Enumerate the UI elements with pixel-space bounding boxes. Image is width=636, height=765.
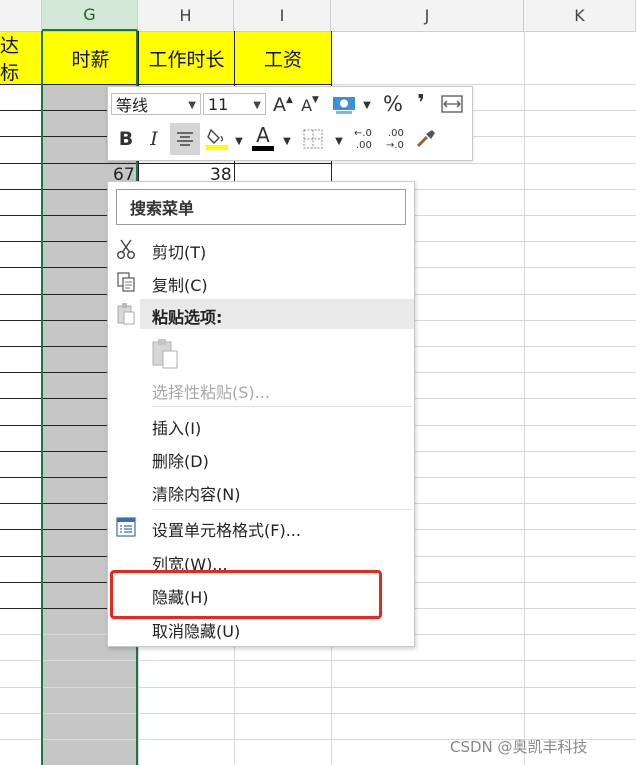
shrink-font-icon: A [301, 95, 313, 115]
increase-decimal-button[interactable]: ←.0 .00 [351, 125, 379, 153]
menu-search-input[interactable]: 搜索菜单 [116, 189, 406, 225]
comma-style-button[interactable]: ❜ [411, 91, 431, 116]
column-header-h[interactable]: H [138, 0, 234, 31]
menu-item-delete[interactable]: 删除(D) [108, 443, 414, 473]
copy-icon [114, 270, 138, 294]
svg-text:←.0: ←.0 [354, 128, 372, 139]
borders-icon [303, 129, 323, 149]
watermark: CSDN @奥凯丰科技 [450, 738, 588, 756]
menu-item-clear-contents[interactable]: 清除内容(N) [108, 476, 414, 506]
align-center-icon [177, 132, 193, 146]
accounting-format-button[interactable] [329, 93, 359, 117]
center-align-button[interactable] [170, 123, 200, 155]
font-color-button[interactable]: A [250, 123, 276, 153]
chevron-down-icon: ▼ [253, 100, 261, 111]
menu-section-paste-options: 粘贴选项: [140, 299, 414, 329]
svg-text:.00: .00 [388, 128, 404, 139]
clipboard-icon [150, 338, 180, 369]
menu-item-label: 插入(I) [152, 419, 202, 438]
column-header-k[interactable]: K [524, 0, 636, 31]
percent-style-button[interactable]: % [381, 92, 405, 116]
menu-item-label: 清除内容(N) [152, 485, 241, 504]
menu-item-label: 删除(D) [152, 452, 209, 471]
format-cells-icon [114, 515, 138, 539]
increase-decimal-icon: ←.0 .00 [354, 128, 372, 151]
grow-font-icon: A [273, 94, 287, 116]
menu-item-label: 粘贴选项: [152, 308, 223, 327]
font-color-swatch [252, 146, 274, 151]
merge-center-button[interactable] [440, 93, 464, 115]
font-color-icon: A [256, 123, 270, 147]
svg-text:→.0: →.0 [386, 140, 404, 151]
header-cell-h[interactable]: 工作时长 [139, 32, 234, 84]
decrease-decimal-button[interactable]: .00 →.0 [383, 125, 411, 153]
grow-font-button[interactable]: A ▲ [272, 93, 294, 117]
format-painter-icon [416, 130, 435, 148]
chevron-down-icon[interactable]: ▼ [282, 136, 292, 147]
column-header-f[interactable] [0, 0, 42, 31]
menu-item-paste-special[interactable]: 选择性粘贴(S)... [108, 374, 414, 404]
bold-button[interactable]: B [114, 125, 138, 153]
chevron-down-icon[interactable]: ▼ [334, 136, 344, 147]
column-header-i[interactable]: I [234, 0, 331, 31]
svg-text:.00: .00 [356, 140, 372, 151]
scissors-icon [114, 237, 138, 261]
fill-color-button[interactable] [204, 125, 230, 153]
menu-item-format-cells[interactable]: 设置单元格格式(F)... [108, 512, 414, 542]
menu-item-label: 设置单元格格式(F)... [152, 521, 301, 540]
shrink-font-button[interactable]: A ▼ [299, 93, 321, 117]
menu-item-insert[interactable]: 插入(I) [108, 410, 414, 440]
menu-separator [152, 509, 412, 510]
chevron-down-icon[interactable]: ▼ [234, 136, 244, 147]
mini-toolbar: 等线 ▼ 11 ▼ A ▲ A ▼ ▼ % ❜ B I ▼ A ▼ ▼ ←.0 … [107, 86, 473, 161]
chevron-down-icon: ▼ [188, 100, 196, 111]
menu-item-cut[interactable]: 剪切(T) [108, 234, 414, 264]
highlight-box [110, 570, 382, 619]
format-painter-button[interactable] [413, 125, 439, 153]
paste-icon [116, 302, 140, 326]
menu-separator [152, 406, 412, 407]
paste-option-button[interactable] [146, 334, 186, 370]
column-header-g[interactable]: G [42, 0, 138, 31]
header-cell-f[interactable]: 达标 [0, 32, 41, 84]
merge-center-icon [441, 95, 463, 113]
font-size-value: 11 [208, 94, 229, 114]
menu-item-copy[interactable]: 复制(C) [108, 267, 414, 297]
menu-item-label: 剪切(T) [152, 243, 207, 262]
menu-item-label: 复制(C) [152, 276, 208, 295]
font-name-value: 等线 [116, 96, 149, 115]
font-name-dropdown[interactable]: 等线 ▼ [111, 93, 201, 115]
decrease-decimal-icon: .00 →.0 [386, 128, 404, 151]
chevron-down-icon[interactable]: ▼ [362, 100, 372, 111]
menu-item-label: 选择性粘贴(S)... [152, 383, 270, 402]
borders-button[interactable] [301, 127, 325, 151]
menu-item-label: 取消隐藏(U) [152, 622, 241, 641]
header-cell-i[interactable]: 工资 [235, 32, 331, 84]
accounting-format-icon [333, 97, 355, 114]
column-header-j[interactable]: J [331, 0, 524, 31]
font-size-dropdown[interactable]: 11 ▼ [203, 93, 266, 115]
italic-button[interactable]: I [142, 125, 166, 153]
paint-bucket-icon [206, 128, 228, 150]
